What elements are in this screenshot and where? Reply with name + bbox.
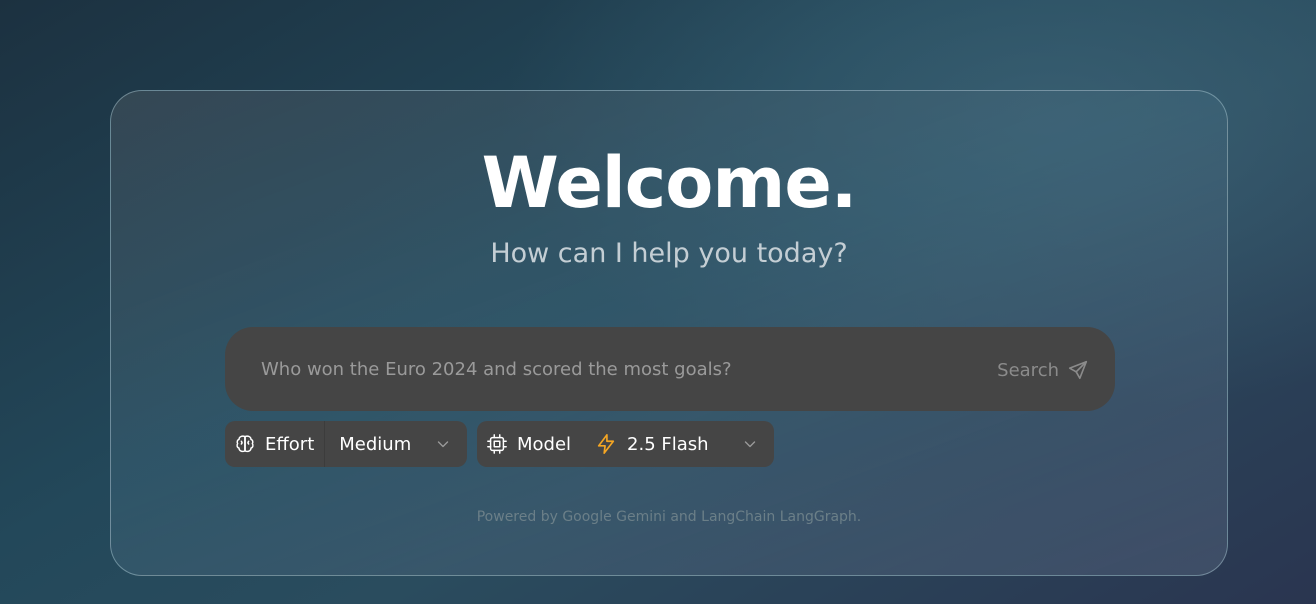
zap-icon: [595, 433, 617, 455]
model-label: Model: [517, 433, 572, 455]
effort-label: Effort: [265, 433, 315, 455]
chevron-down-icon: [744, 441, 756, 448]
model-select[interactable]: Model 2.5 Flash: [477, 421, 774, 467]
brain-icon: [234, 433, 256, 455]
search-button[interactable]: Search: [997, 355, 1089, 385]
footer-credit: Powered by Google Gemini and LangChain L…: [476, 509, 862, 525]
search-button-label: Search: [997, 359, 1059, 381]
page-title: Welcome.: [481, 142, 858, 224]
chevron-down-icon: [437, 441, 449, 448]
welcome-card: Welcome. How can I help you today? Searc…: [110, 90, 1228, 576]
search-form: Search: [225, 327, 1115, 411]
page-subtitle: How can I help you today?: [490, 238, 848, 269]
model-value-wrap: 2.5 Flash: [595, 433, 709, 455]
effort-value: Medium: [339, 433, 412, 455]
send-icon: [1068, 360, 1088, 380]
model-value: 2.5 Flash: [627, 433, 709, 455]
cpu-icon: [486, 433, 508, 455]
effort-divider: [324, 421, 326, 467]
search-input[interactable]: [259, 351, 943, 387]
effort-select[interactable]: Effort Medium: [225, 421, 467, 467]
